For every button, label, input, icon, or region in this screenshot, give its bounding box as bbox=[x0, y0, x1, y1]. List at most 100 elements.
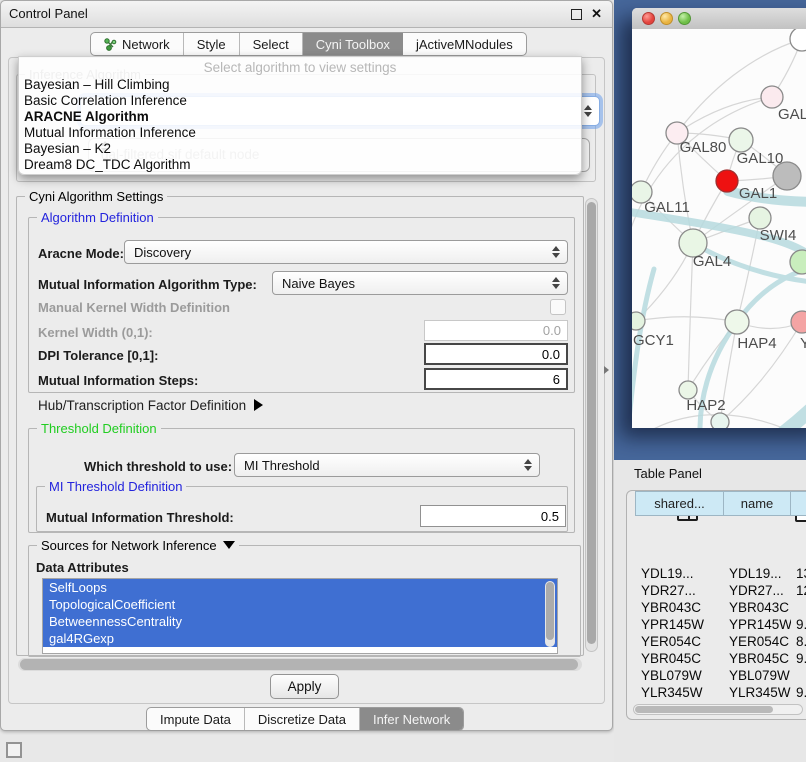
close-icon[interactable]: ✕ bbox=[591, 6, 602, 22]
node-label: GCY1 bbox=[633, 332, 674, 349]
expand-arrow-icon bbox=[254, 399, 263, 411]
node-label: GAL1 bbox=[739, 185, 777, 202]
column-header-name[interactable]: name bbox=[723, 491, 791, 516]
float-window-icon[interactable] bbox=[571, 9, 582, 20]
node-gal10[interactable] bbox=[729, 128, 753, 152]
algorithm-option[interactable]: Bayesian – K2 bbox=[24, 141, 111, 156]
node-gal1-selected[interactable] bbox=[716, 170, 738, 192]
data-attributes-list[interactable]: SelfLoops TopologicalCoefficient Between… bbox=[42, 578, 558, 654]
mi-algorithm-type-combobox[interactable]: Naive Bayes bbox=[272, 271, 568, 295]
table-row[interactable]: YDL19... YDL19... 13 bbox=[635, 566, 806, 583]
algorithm-option[interactable]: Bayesian – Hill Climbing bbox=[24, 77, 170, 92]
threshold-definition-legend: Threshold Definition bbox=[37, 421, 161, 436]
mi-algorithm-type-label: Mutual Information Algorithm Type: bbox=[38, 277, 257, 292]
attributes-scrollbar-thumb[interactable] bbox=[546, 582, 554, 640]
cell: YBR045C bbox=[641, 651, 723, 666]
attributes-scrollbar[interactable] bbox=[545, 581, 555, 647]
cell: YDL19... bbox=[641, 566, 723, 581]
tab-cyni-toolbox[interactable]: Cyni Toolbox bbox=[303, 33, 403, 55]
dpi-tolerance-field[interactable]: 0.0 bbox=[424, 343, 568, 365]
cell: YBR045C bbox=[729, 651, 791, 666]
tab-select[interactable]: Select bbox=[240, 33, 303, 55]
cyni-settings-legend: Cyni Algorithm Settings bbox=[25, 189, 167, 204]
table-row[interactable]: YER054CYER054C8. bbox=[635, 634, 806, 651]
sources-legend: Sources for Network Inference bbox=[37, 538, 239, 553]
table-row[interactable]: YBR043CYBR043C bbox=[635, 600, 806, 617]
settings-vertical-scrollbar-thumb[interactable] bbox=[587, 202, 596, 644]
table-row[interactable]: YBL079WYBL079W bbox=[635, 668, 806, 685]
algorithm-option[interactable]: Dream8 DC_TDC Algorithm bbox=[24, 157, 191, 172]
table-horizontal-scrollbar-thumb[interactable] bbox=[635, 706, 773, 713]
table-row[interactable]: YPR145WYPR145W9. bbox=[635, 617, 806, 634]
which-threshold-combobox[interactable]: MI Threshold bbox=[234, 453, 540, 477]
node-label: Y bbox=[800, 335, 806, 352]
node-hap4[interactable] bbox=[725, 310, 749, 334]
settings-horizontal-scrollbar[interactable] bbox=[18, 658, 582, 671]
algorithm-option[interactable]: Basic Correlation Inference bbox=[24, 93, 187, 108]
node-swi4[interactable] bbox=[749, 207, 771, 229]
table-rows: YDL19... YDL19... 13 YDR27...YDR27...12 YB… bbox=[635, 566, 806, 702]
column-header-clipped[interactable] bbox=[790, 491, 806, 516]
control-panel-title: Control Panel bbox=[9, 1, 88, 27]
network-graph: GAL GAL80 GAL10 GAL1 GAL11 SWI4 GAL4 GCY… bbox=[632, 29, 806, 428]
attribute-item[interactable]: SelfLoops bbox=[43, 579, 557, 596]
tab-network[interactable]: Network bbox=[91, 33, 184, 55]
node-gcy1[interactable] bbox=[632, 312, 645, 330]
table-horizontal-scrollbar[interactable] bbox=[633, 704, 803, 715]
combo-arrows-icon bbox=[524, 459, 532, 471]
node[interactable] bbox=[761, 86, 783, 108]
node[interactable] bbox=[790, 29, 806, 51]
attribute-item[interactable]: BetweennessCentrality bbox=[43, 613, 557, 630]
tab-infer-network[interactable]: Infer Network bbox=[360, 708, 463, 730]
minimized-panel-icon[interactable] bbox=[6, 742, 22, 758]
algorithm-option[interactable]: Mutual Information Inference bbox=[24, 125, 196, 140]
settings-vertical-scrollbar[interactable] bbox=[585, 198, 598, 652]
collapse-arrow-icon[interactable] bbox=[223, 541, 235, 549]
aracne-mode-label: Aracne Mode: bbox=[38, 246, 124, 261]
network-view-window[interactable]: GAL GAL80 GAL10 GAL1 GAL11 SWI4 GAL4 GCY… bbox=[632, 8, 806, 428]
table-row[interactable]: YDR27...YDR27...12 bbox=[635, 583, 806, 600]
cell: YLR345W bbox=[641, 685, 723, 700]
minimize-traffic-light-icon[interactable] bbox=[660, 12, 673, 25]
tab-impute-data[interactable]: Impute Data bbox=[147, 708, 245, 730]
mi-steps-field[interactable]: 6 bbox=[424, 368, 568, 390]
cell: YER054C bbox=[641, 634, 723, 649]
aracne-mode-combobox[interactable]: Discovery bbox=[124, 240, 568, 264]
cell: YPR145W bbox=[729, 617, 791, 632]
algorithm-option-selected[interactable]: ARACNE Algorithm bbox=[24, 109, 149, 124]
table-panel-title: Table Panel bbox=[634, 466, 702, 481]
node-labels: GAL GAL80 GAL10 GAL1 GAL11 SWI4 GAL4 GCY… bbox=[633, 106, 806, 414]
settings-horizontal-scrollbar-thumb[interactable] bbox=[20, 659, 578, 670]
network-canvas[interactable]: GAL GAL80 GAL10 GAL1 GAL11 SWI4 GAL4 GCY… bbox=[632, 29, 806, 428]
combo-arrows-icon bbox=[584, 105, 592, 117]
tab-jactivemnodules[interactable]: jActiveMNodules bbox=[403, 33, 526, 55]
attribute-item[interactable]: TopologicalCoefficient bbox=[43, 596, 557, 613]
node[interactable] bbox=[711, 413, 729, 428]
tab-style[interactable]: Style bbox=[184, 33, 240, 55]
node-label: SWI4 bbox=[760, 227, 797, 244]
control-panel-titlebar[interactable]: Control Panel ✕ bbox=[1, 1, 612, 28]
column-header-shared-name[interactable]: shared... bbox=[635, 491, 724, 516]
table-row[interactable]: YBR045CYBR045C9. bbox=[635, 651, 806, 668]
cell: 13 bbox=[796, 566, 806, 581]
apply-button[interactable]: Apply bbox=[270, 674, 339, 699]
close-traffic-light-icon[interactable] bbox=[642, 12, 655, 25]
node-salmon[interactable] bbox=[791, 311, 806, 333]
hub-definition-expander[interactable]: Hub/Transcription Factor Definition bbox=[38, 398, 263, 413]
tab-discretize-data[interactable]: Discretize Data bbox=[245, 708, 360, 730]
table-row[interactable]: YLR345WYLR345W9. bbox=[635, 685, 806, 702]
manual-kernel-width-checkbox[interactable] bbox=[550, 299, 566, 315]
zoom-traffic-light-icon[interactable] bbox=[678, 12, 691, 25]
cell: 9. bbox=[796, 617, 806, 632]
cell: YBL079W bbox=[729, 668, 791, 683]
hub-definition-label: Hub/Transcription Factor Definition bbox=[38, 398, 246, 413]
attribute-item[interactable]: gal4RGexp bbox=[43, 630, 557, 647]
which-threshold-label: Which threshold to use: bbox=[84, 459, 232, 474]
network-window-titlebar[interactable] bbox=[632, 8, 806, 30]
cell: YDL19... bbox=[729, 566, 791, 581]
mi-threshold-field[interactable]: 0.5 bbox=[420, 505, 566, 527]
kernel-width-field[interactable]: 0.0 bbox=[424, 320, 568, 341]
panel-divider-arrow[interactable] bbox=[604, 366, 609, 374]
data-attributes-label: Data Attributes bbox=[36, 560, 129, 575]
node[interactable] bbox=[790, 250, 806, 274]
